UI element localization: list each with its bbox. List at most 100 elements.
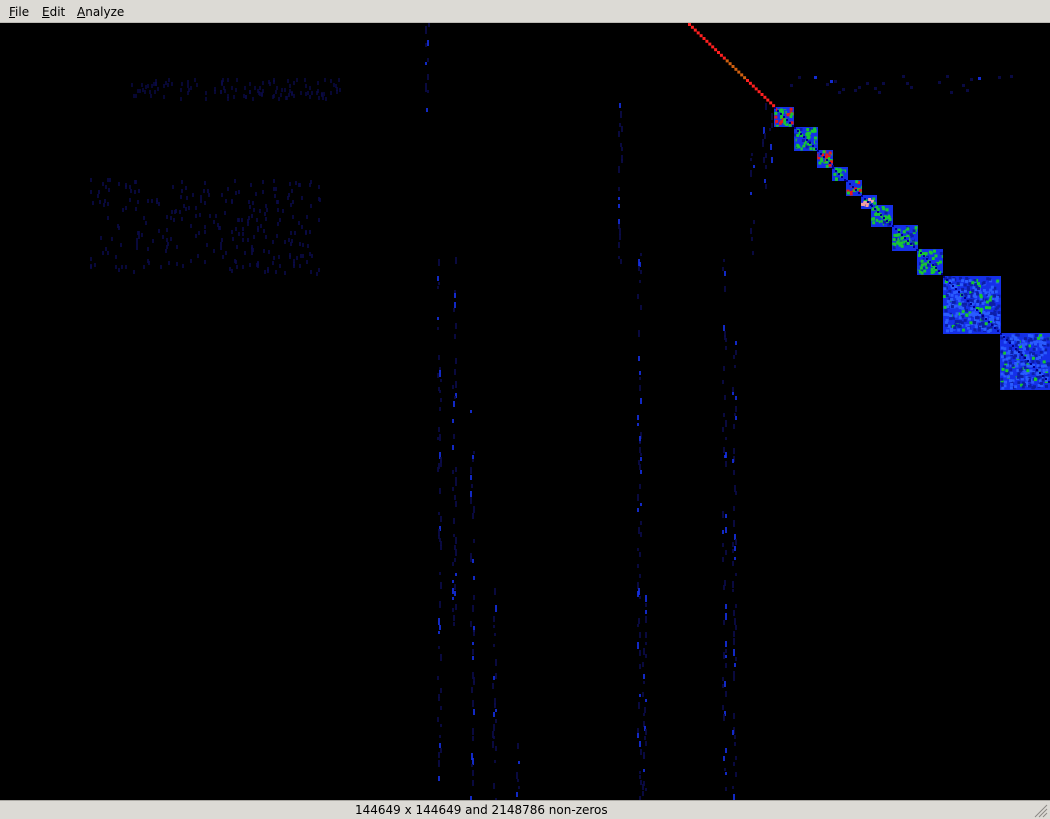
block-cell bbox=[971, 289, 975, 293]
column-nonzero bbox=[639, 694, 641, 697]
column-nonzero bbox=[723, 413, 725, 417]
column-nonzero bbox=[643, 769, 645, 772]
column-nonzero bbox=[763, 127, 765, 134]
sparse-matrix-plot[interactable] bbox=[0, 23, 1050, 800]
column-nonzero bbox=[725, 772, 727, 775]
faint-nonzero bbox=[107, 202, 109, 206]
column-nonzero bbox=[518, 786, 520, 789]
faint-nonzero bbox=[136, 238, 138, 242]
menu-edit[interactable]: Edit bbox=[42, 5, 65, 19]
column-nonzero bbox=[644, 736, 646, 740]
block-cell bbox=[1009, 361, 1012, 365]
block-diagonal bbox=[774, 107, 776, 109]
sparse-matrix-viewport[interactable] bbox=[0, 23, 1050, 800]
faint-nonzero bbox=[90, 257, 92, 261]
column-nonzero bbox=[427, 90, 429, 93]
faint-nonzero bbox=[309, 230, 311, 234]
faint-nonzero bbox=[154, 90, 156, 94]
faint-nonzero bbox=[105, 185, 107, 189]
faint-nonzero bbox=[148, 261, 150, 265]
faint-nonzero bbox=[278, 97, 280, 101]
column-nonzero bbox=[733, 610, 735, 616]
block-cell bbox=[983, 327, 987, 331]
faint-nonzero bbox=[307, 91, 309, 95]
faint-nonzero bbox=[224, 211, 226, 215]
block-cell bbox=[878, 217, 882, 221]
faint-nonzero bbox=[115, 255, 117, 259]
faint-nonzero bbox=[311, 91, 313, 95]
column-nonzero bbox=[725, 691, 727, 697]
block-cell bbox=[1010, 382, 1014, 386]
faint-nonzero bbox=[181, 82, 183, 86]
faint-nonzero bbox=[158, 202, 160, 206]
faint-nonzero bbox=[200, 195, 202, 199]
faint-nonzero bbox=[166, 215, 168, 219]
menu-file-label: ile bbox=[15, 5, 30, 19]
block-cell bbox=[962, 328, 965, 332]
column-nonzero bbox=[454, 584, 456, 590]
column-nonzero bbox=[620, 111, 622, 118]
block-cell bbox=[1041, 364, 1044, 368]
block-cell bbox=[900, 236, 904, 240]
column-nonzero bbox=[735, 573, 737, 576]
block-cell bbox=[797, 145, 801, 149]
block-cell bbox=[863, 201, 867, 204]
block-cell bbox=[1027, 334, 1031, 337]
faint-nonzero bbox=[309, 95, 311, 99]
block-cell bbox=[1038, 375, 1042, 379]
block-cell bbox=[988, 277, 992, 281]
faint-nonzero bbox=[134, 180, 136, 184]
column-nonzero bbox=[764, 179, 766, 183]
block-cell bbox=[809, 147, 813, 151]
column-nonzero bbox=[723, 620, 725, 625]
block-diagonal bbox=[1015, 348, 1017, 350]
faint-nonzero bbox=[291, 92, 293, 96]
column-nonzero bbox=[722, 543, 724, 547]
column-nonzero bbox=[438, 259, 440, 266]
block-cell bbox=[1018, 368, 1022, 372]
resize-grip-icon[interactable] bbox=[1032, 802, 1048, 818]
menu-file[interactable]: File bbox=[9, 5, 29, 19]
block-cell bbox=[930, 271, 934, 275]
column-nonzero bbox=[735, 772, 737, 777]
column-nonzero bbox=[493, 676, 495, 680]
faint-nonzero bbox=[306, 260, 308, 264]
faint-nonzero bbox=[145, 221, 147, 225]
faint-nonzero bbox=[130, 189, 132, 193]
block-cell bbox=[1004, 360, 1008, 364]
column-nonzero bbox=[437, 286, 439, 289]
column-nonzero bbox=[770, 144, 772, 150]
faint-nonzero bbox=[298, 183, 300, 187]
faint-nonzero bbox=[304, 78, 306, 82]
block-diagonal bbox=[1006, 339, 1008, 341]
block-diagonal bbox=[920, 252, 922, 254]
column-nonzero bbox=[637, 294, 639, 299]
column-nonzero bbox=[495, 659, 497, 666]
faint-nonzero bbox=[174, 210, 176, 214]
faint-nonzero bbox=[272, 261, 274, 265]
column-nonzero bbox=[722, 511, 724, 518]
block-diagonal bbox=[806, 139, 808, 141]
block-cell bbox=[1029, 341, 1033, 345]
block-cell bbox=[969, 298, 973, 302]
column-nonzero bbox=[452, 445, 454, 450]
column-nonzero bbox=[454, 396, 456, 399]
block-cell bbox=[954, 295, 958, 299]
block-diagonal bbox=[826, 159, 828, 161]
block-cell bbox=[931, 257, 935, 260]
column-nonzero bbox=[645, 699, 647, 702]
column-nonzero bbox=[725, 748, 727, 753]
faint-nonzero bbox=[181, 180, 183, 184]
menu-analyze[interactable]: Analyze bbox=[77, 5, 124, 19]
faint-nonzero bbox=[261, 93, 263, 97]
column-nonzero bbox=[645, 788, 647, 791]
faint-nonzero bbox=[336, 87, 338, 91]
column-nonzero bbox=[471, 687, 473, 693]
faint-nonzero bbox=[90, 190, 92, 194]
column-nonzero bbox=[439, 488, 441, 494]
block-cell bbox=[954, 314, 958, 318]
column-nonzero bbox=[765, 153, 767, 158]
block-diagonal bbox=[1018, 351, 1020, 353]
block-diagonal bbox=[864, 198, 866, 200]
faint-nonzero bbox=[134, 190, 136, 194]
